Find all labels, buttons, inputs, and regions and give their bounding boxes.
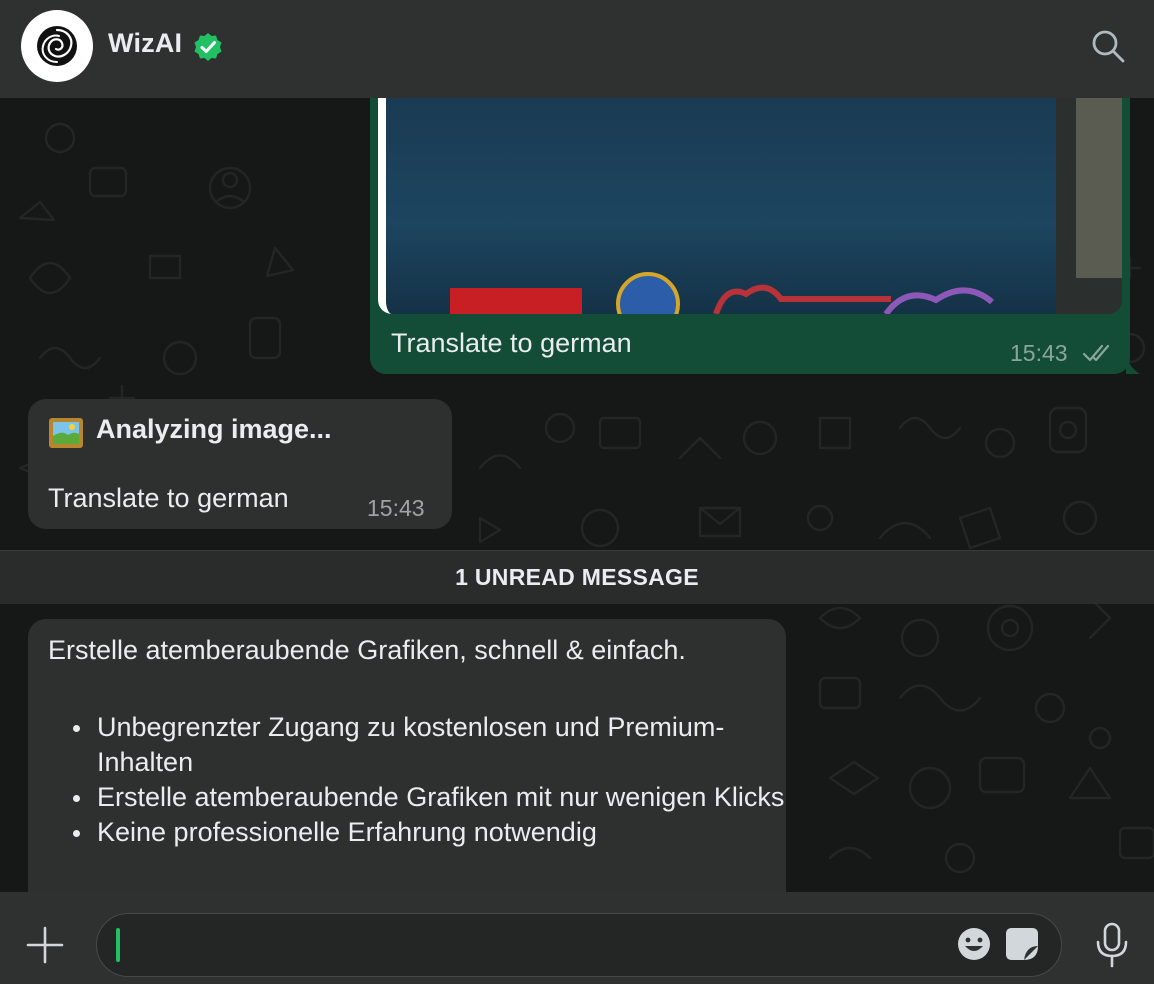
framed-picture-emoji [49,418,83,448]
message-input[interactable] [121,914,921,976]
plus-icon[interactable] [24,924,66,966]
list-item: Unbegrenzter Zugang zu kostenlosen und P… [73,710,786,780]
analyzing-title: Analyzing image... [96,414,332,444]
chat-header[interactable]: WizAI [0,0,1154,98]
message-timestamp: 15:43 [367,495,425,521]
message-input-box[interactable] [96,913,1062,977]
unread-label: 1 UNREAD MESSAGE [455,564,699,590]
emoji-icon[interactable] [956,926,992,962]
message-caption: Translate to german [391,328,632,358]
contact-name[interactable]: WizAI [108,28,182,59]
message-text: Erstelle atemberaubende Grafiken, schnel… [48,635,686,665]
verified-badge-icon [194,33,222,61]
avatar[interactable] [21,10,93,82]
list-item: Erstelle atemberaubende Grafiken mit nur… [73,780,786,815]
microphone-icon[interactable] [1092,922,1132,968]
wizai-logo-icon [37,26,77,66]
incoming-message[interactable]: Analyzing image... Translate to german 1… [28,399,452,529]
image-preview [386,98,1122,314]
message-image[interactable] [378,98,1122,314]
message-timestamp: 15:43 [1010,340,1068,366]
message-list[interactable]: Translate to german 15:43 Analyzing imag… [0,98,1154,892]
sticker-icon[interactable] [1004,926,1040,962]
outgoing-image-message[interactable]: Translate to german 15:43 [370,98,1130,374]
bubble-tail [1126,356,1140,374]
message-text: Translate to german [48,483,289,513]
unread-divider: 1 UNREAD MESSAGE [0,550,1154,604]
incoming-message[interactable]: Erstelle atemberaubende Grafiken, schnel… [28,619,786,892]
bullet-list: Unbegrenzter Zugang zu kostenlosen und P… [48,710,786,850]
list-item: Keine professionelle Erfahrung notwendig [73,815,786,850]
double-check-icon [1082,344,1110,362]
search-icon[interactable] [1088,26,1128,66]
text-cursor [116,928,120,962]
